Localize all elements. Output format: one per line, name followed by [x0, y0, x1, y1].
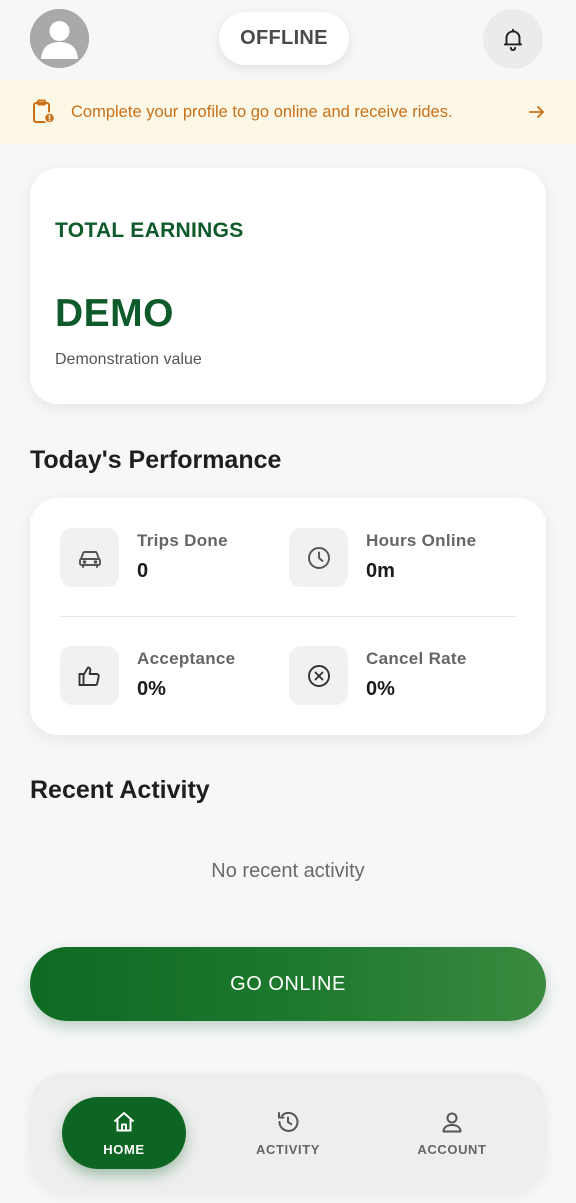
- go-online-button[interactable]: GO ONLINE: [30, 947, 546, 1021]
- nav-label: ACCOUNT: [417, 1142, 487, 1157]
- arrow-right-icon: [529, 106, 544, 118]
- stat-label: Trips Done: [137, 531, 228, 550]
- user-icon: [442, 1112, 462, 1133]
- go-online-label: GO ONLINE: [230, 972, 346, 995]
- performance-card: Trips Done 0 Hours Online 0m Acceptance …: [30, 498, 546, 735]
- nav-item-account[interactable]: ACCOUNT: [390, 1097, 514, 1169]
- stat-label: Cancel Rate: [366, 649, 467, 668]
- avatar[interactable]: [30, 9, 89, 68]
- cancel-circle-icon: [307, 664, 330, 687]
- stat-label: Hours Online: [366, 531, 477, 550]
- earnings-value: DEMO: [55, 292, 174, 335]
- car-icon: [78, 550, 101, 568]
- bell-icon: [503, 28, 523, 51]
- notifications-button[interactable]: [483, 9, 543, 69]
- empty-activity-text: No recent activity: [211, 860, 365, 882]
- nav-label: ACTIVITY: [255, 1142, 321, 1157]
- status-label: OFFLINE: [240, 27, 328, 49]
- status-toggle[interactable]: OFFLINE: [219, 12, 349, 65]
- bottom-nav: HOME ACTIVITY ACCOUNT: [30, 1073, 546, 1191]
- stat-label: Acceptance: [137, 649, 236, 668]
- stat-value: 0: [137, 560, 149, 582]
- complete-profile-banner[interactable]: Complete your profile to go online and r…: [0, 80, 576, 144]
- earnings-card: TOTAL EARNINGS DEMO Demonstration value: [30, 168, 546, 404]
- home-icon: [114, 1112, 134, 1132]
- stat-value: 0%: [366, 678, 395, 700]
- nav-label: HOME: [103, 1142, 145, 1157]
- thumbs-up-icon: [78, 666, 100, 686]
- earnings-title: TOTAL EARNINGS: [55, 219, 244, 242]
- stats-divider: [60, 616, 516, 617]
- performance-title: Today's Performance: [30, 446, 282, 474]
- banner-text: Complete your profile to go online and r…: [71, 103, 453, 121]
- history-icon: [278, 1111, 299, 1132]
- stat-value: 0%: [137, 678, 166, 700]
- nav-item-activity[interactable]: ACTIVITY: [226, 1097, 350, 1169]
- clipboard-alert-icon: [33, 99, 56, 124]
- nav-item-home[interactable]: HOME: [62, 1097, 186, 1169]
- recent-activity-title: Recent Activity: [30, 776, 210, 804]
- stat-value: 0m: [366, 560, 395, 582]
- user-avatar-icon: [30, 9, 89, 68]
- clock-icon: [307, 546, 330, 569]
- earnings-subtitle: Demonstration value: [55, 351, 202, 368]
